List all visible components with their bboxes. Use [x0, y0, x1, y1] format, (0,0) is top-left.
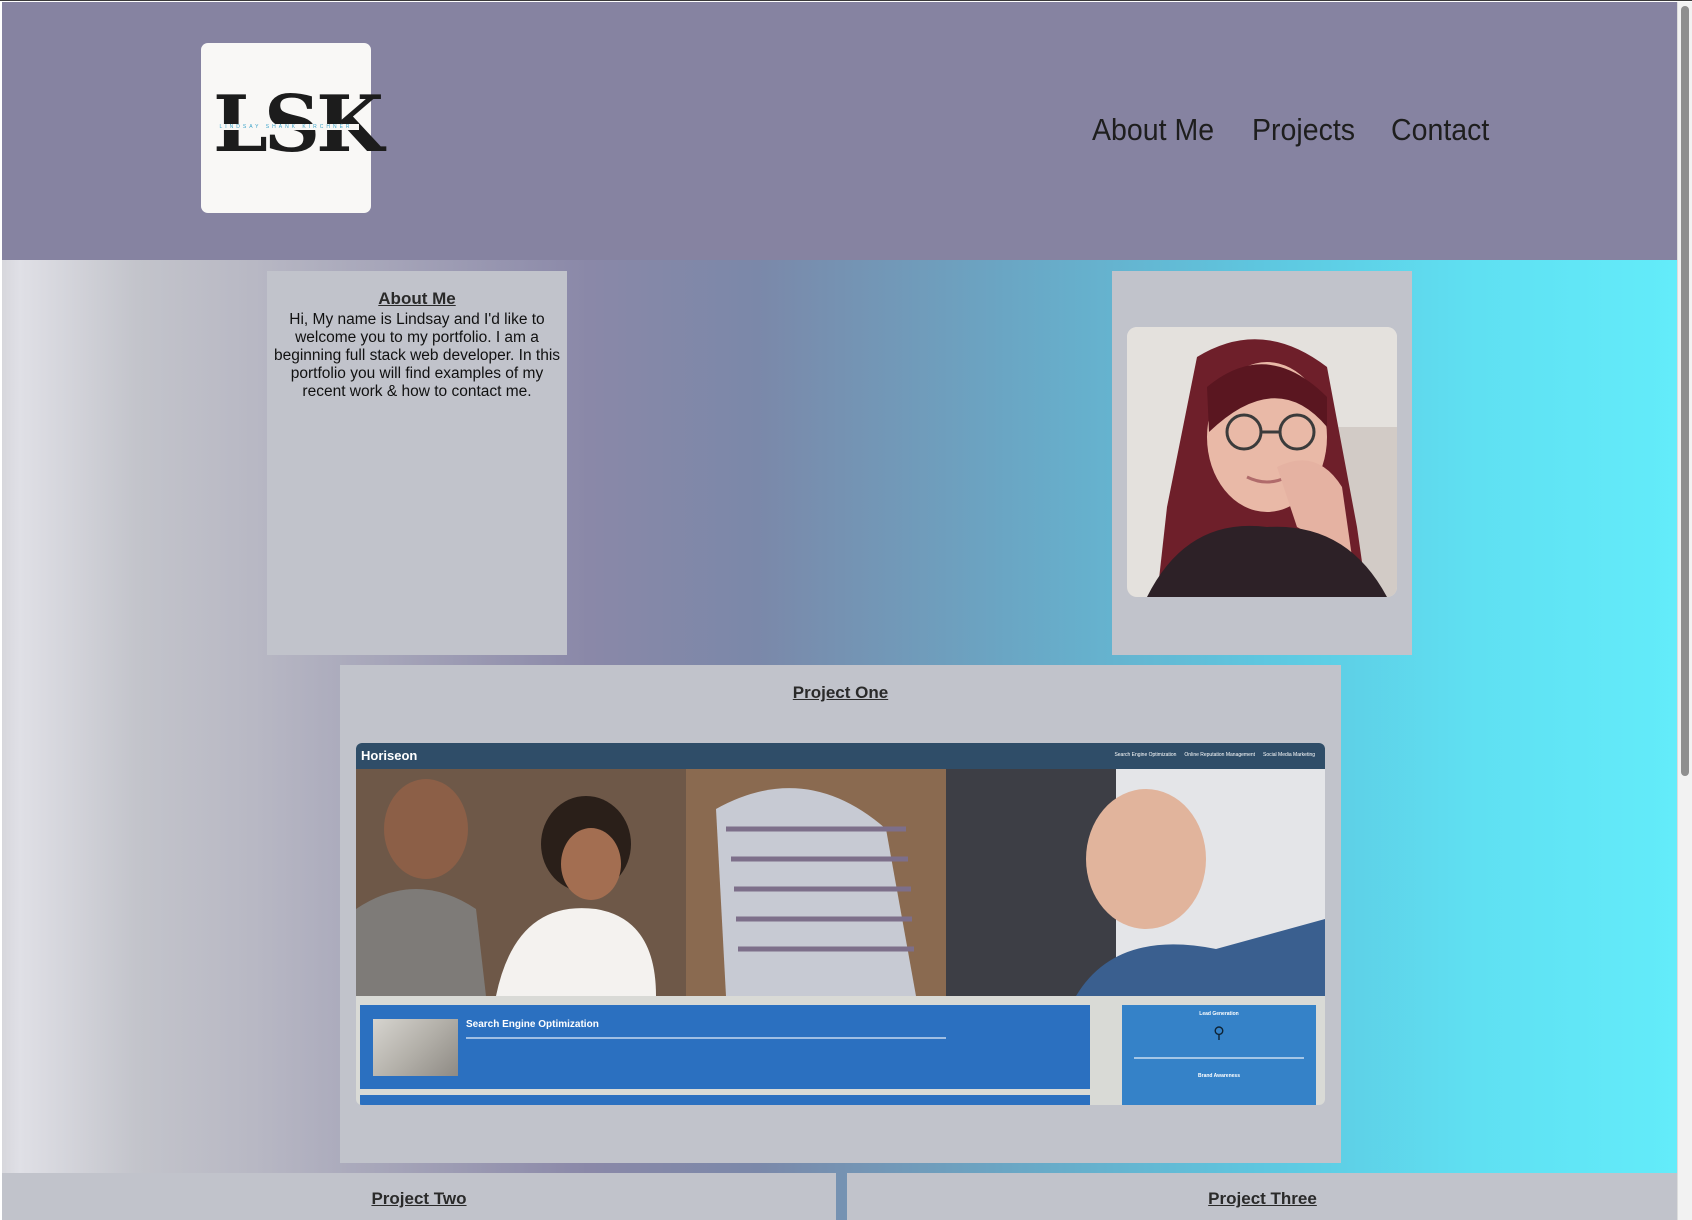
screenshot-nav-item: Online Reputation Management — [1184, 752, 1256, 758]
screenshot-nav-item: Search Engine Optimization — [1114, 752, 1177, 758]
screenshot-next-section — [360, 1095, 1090, 1105]
project-two-card: Project Two — [2, 1173, 836, 1220]
project-one-card: Project One Horiseon Search Engine Optim… — [340, 665, 1341, 1163]
nav-link-about-me[interactable]: About Me — [1092, 112, 1214, 148]
profile-photo-card — [1112, 271, 1412, 655]
main-nav: About Me Projects Contact — [1092, 112, 1498, 148]
project-three-card: Project Three — [847, 1173, 1678, 1220]
screenshot-sidebar-title: Lead Generation — [1199, 1011, 1239, 1017]
about-me-title: About Me — [378, 289, 456, 308]
site-header: LSK LINDSAY SHANK KIRCHNER About Me Proj… — [2, 2, 1678, 260]
screenshot-nav-item: Social Media Marketing — [1263, 752, 1315, 758]
nav-link-contact[interactable]: Contact — [1391, 112, 1489, 148]
logo-tagline: LINDSAY SHANK KIRCHNER — [213, 124, 359, 130]
scrollbar-thumb[interactable] — [1681, 6, 1689, 776]
screenshot-seo-section: Search Engine Optimization — [360, 1005, 1090, 1089]
project-two-title[interactable]: Project Two — [2, 1189, 836, 1209]
page-edge-shade — [2, 260, 20, 1220]
page-viewport: LSK LINDSAY SHANK KIRCHNER About Me Proj… — [2, 2, 1678, 1220]
vertical-scrollbar[interactable] — [1677, 2, 1692, 1220]
screenshot-nav: Search Engine Optimization Online Reputa… — [1114, 752, 1315, 758]
profile-photo — [1127, 327, 1397, 597]
about-me-text: Hi, My name is Lindsay and I'd like to w… — [273, 311, 561, 400]
project-one-screenshot[interactable]: Horiseon Search Engine Optimization Onli… — [356, 743, 1325, 1105]
lead-generation-icon: ⚲ — [1213, 1025, 1225, 1042]
screenshot-seo-text-line — [466, 1037, 946, 1039]
screenshot-brand: Horiseon — [361, 748, 418, 763]
screenshot-seo-title: Search Engine Optimization — [466, 1019, 599, 1030]
about-me-card: About Me Hi, My name is Lindsay and I'd … — [267, 271, 567, 655]
screenshot-sidebar-text-line — [1134, 1057, 1304, 1059]
portrait-illustration — [1127, 327, 1397, 597]
screenshot-sidebar: Lead Generation ⚲ Brand Awareness — [1122, 1005, 1316, 1105]
project-one-title[interactable]: Project One — [340, 683, 1341, 703]
browser-window: LSK LINDSAY SHANK KIRCHNER About Me Proj… — [0, 0, 1692, 1220]
screenshot-seo-thumbnail — [373, 1019, 458, 1076]
screenshot-sidebar-title-2: Brand Awareness — [1198, 1073, 1240, 1079]
screenshot-hero-image — [356, 769, 1325, 996]
nav-link-projects[interactable]: Projects — [1252, 112, 1355, 148]
hero-people-illustration — [356, 769, 1325, 996]
logo[interactable]: LSK LINDSAY SHANK KIRCHNER — [201, 43, 384, 213]
project-three-title[interactable]: Project Three — [847, 1189, 1678, 1209]
screenshot-header: Horiseon Search Engine Optimization Onli… — [356, 743, 1325, 769]
